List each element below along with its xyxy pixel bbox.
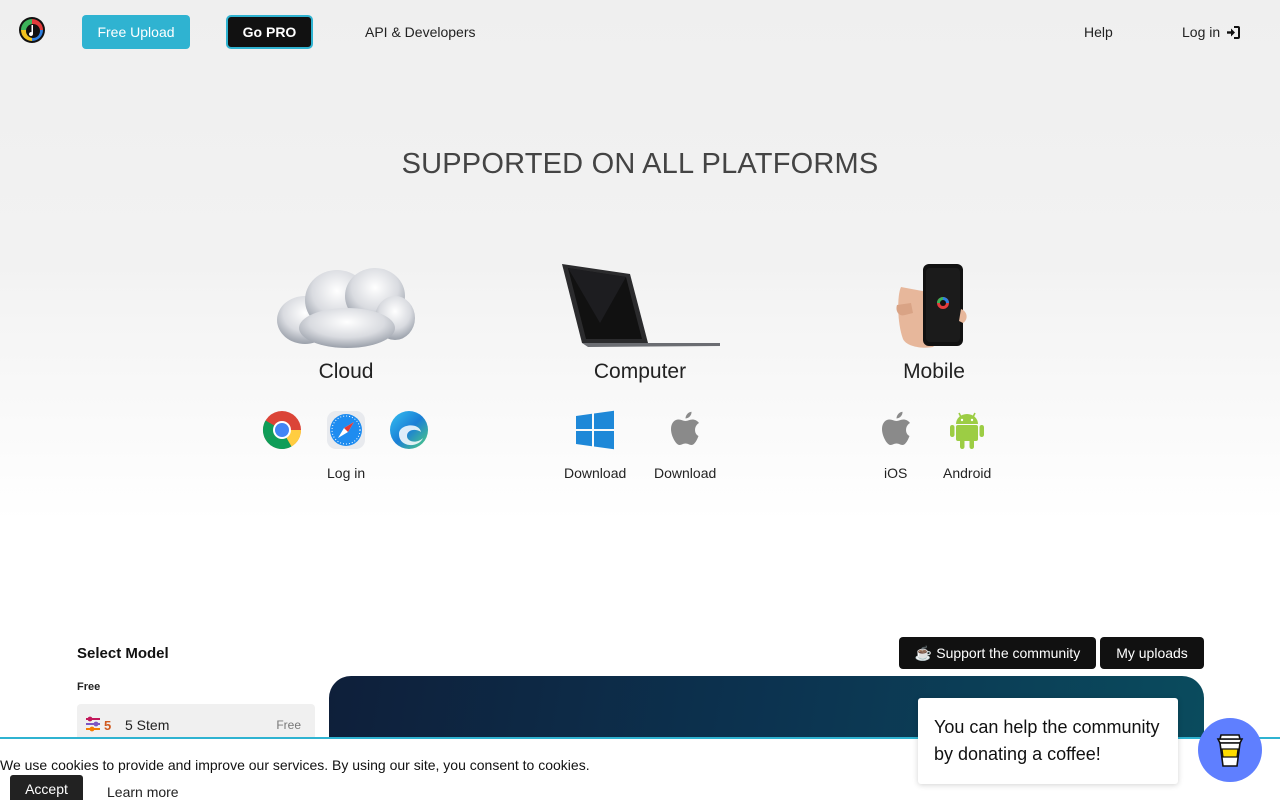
computer-label: Computer — [593, 360, 687, 383]
windows-icon[interactable] — [575, 410, 615, 450]
model-tag: Free — [276, 718, 301, 732]
cloud-login-link[interactable]: Log in — [327, 465, 365, 481]
app-logo-icon[interactable] — [18, 16, 46, 44]
chrome-icon[interactable] — [262, 410, 302, 450]
laptop-image — [562, 264, 720, 347]
api-developers-link[interactable]: API & Developers — [365, 24, 476, 40]
support-community-button[interactable]: ☕ Support the community — [899, 637, 1096, 669]
ios-apple-icon[interactable] — [880, 410, 912, 448]
learn-more-link[interactable]: Learn more — [107, 784, 179, 800]
apple-icon[interactable] — [669, 410, 701, 448]
donate-popup: You can help the community by donating a… — [918, 698, 1178, 784]
platforms-heading: SUPPORTED ON ALL PLATFORMS — [401, 148, 879, 180]
cookie-message: We use cookies to provide and improve ou… — [0, 757, 590, 773]
buy-coffee-button[interactable] — [1198, 718, 1262, 782]
select-model-heading: Select Model — [77, 645, 169, 662]
model-name: 5 Stem — [125, 717, 170, 733]
cloud-label: Cloud — [318, 360, 374, 383]
windows-download-link[interactable]: Download — [564, 465, 626, 481]
stems-icon — [86, 716, 100, 732]
free-upload-button[interactable]: Free Upload — [82, 15, 190, 49]
login-link[interactable]: Log in — [1182, 24, 1241, 40]
safari-icon[interactable] — [326, 410, 366, 450]
coffee-icon: ☕ — [914, 644, 933, 661]
android-icon[interactable] — [949, 410, 985, 450]
ios-link[interactable]: iOS — [884, 465, 907, 481]
free-group-label: Free — [77, 681, 101, 693]
cloud-image — [277, 268, 415, 348]
coffee-cup-icon — [1216, 734, 1244, 767]
accept-cookies-button[interactable]: Accept — [10, 775, 83, 800]
stem-count: 5 — [104, 718, 112, 733]
edge-icon[interactable] — [389, 410, 429, 450]
android-link[interactable]: Android — [943, 465, 991, 481]
help-link[interactable]: Help — [1084, 24, 1113, 40]
mac-download-link[interactable]: Download — [654, 465, 716, 481]
top-nav: Free Upload Go PRO API & Developers Help… — [0, 0, 1280, 64]
sign-in-icon — [1227, 25, 1241, 39]
support-label: Support the community — [936, 645, 1081, 661]
phone-in-hand-image — [896, 264, 967, 348]
go-pro-button[interactable]: Go PRO — [226, 15, 313, 49]
my-uploads-button[interactable]: My uploads — [1100, 637, 1204, 669]
login-label: Log in — [1182, 24, 1221, 40]
mobile-label: Mobile — [903, 360, 965, 383]
